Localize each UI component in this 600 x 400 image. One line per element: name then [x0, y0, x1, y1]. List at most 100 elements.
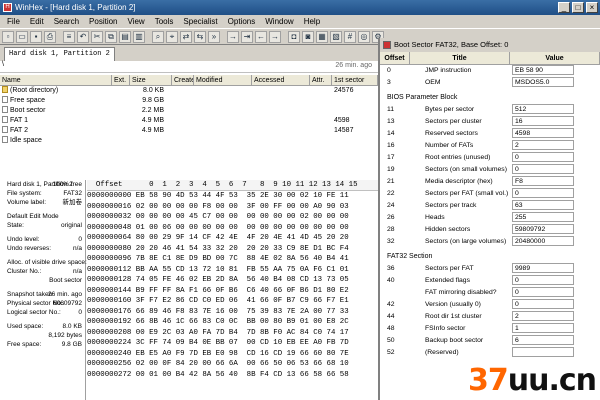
file-list-row[interactable]: Idle space	[0, 136, 378, 146]
hex-row[interactable]: 0000000160 3F F7 E2 86 CD C0 ED 06 41 66…	[87, 296, 378, 307]
file-list-row[interactable]: (Root directory) 8.0 KB 24576	[0, 86, 378, 96]
template-value-field[interactable]: F8	[512, 176, 574, 186]
col-ext[interactable]: Ext.	[112, 75, 130, 85]
template-value-field[interactable]: 0	[512, 287, 574, 297]
menu-tools[interactable]: Tools	[150, 17, 179, 26]
find-next-icon[interactable]: »	[208, 30, 220, 43]
hex-row[interactable]: 0000000224 3C FF 74 09 B4 0E BB 07 00 CD…	[87, 338, 378, 349]
template-value-field[interactable]: 0	[512, 275, 574, 285]
template-value-field[interactable]: 6	[512, 335, 574, 345]
menu-options[interactable]: Options	[223, 17, 261, 26]
template-value-field[interactable]: 59809792	[512, 224, 574, 234]
hex-row[interactable]: 0000000048 01 00 06 00 00 00 00 00 00 00…	[87, 223, 378, 234]
copy-icon[interactable]: ⧉	[105, 30, 117, 43]
hex-bytes[interactable]: 02 00 0F 84 20 00 66 6A 00 66 50 06 53 6…	[136, 360, 349, 368]
template-value-field[interactable]: 512	[512, 104, 574, 114]
template-value-field[interactable]: 4598	[512, 128, 574, 138]
find-hex-icon[interactable]: ⌖	[166, 30, 178, 43]
file-list-row[interactable]: Boot sector 2.2 MB	[0, 106, 378, 116]
paste-icon[interactable]: ▤	[119, 30, 131, 43]
col-first-sector[interactable]: 1st sector	[332, 75, 378, 85]
col-name[interactable]: Name	[0, 75, 112, 85]
template-value-field[interactable]: 255	[512, 212, 574, 222]
menu-file[interactable]: File	[2, 17, 25, 26]
hex-bytes[interactable]: 20 20 46 41 54 33 32 20 20 20 33 C9 8E D…	[136, 245, 349, 253]
file-list-row[interactable]: FAT 1 4.9 MB 4598	[0, 116, 378, 126]
find-icon[interactable]: ⌕	[152, 30, 164, 43]
hex-bytes[interactable]: 80 00 29 9F 14 CF 42 4E 4F 20 4E 41 4D 4…	[136, 234, 349, 242]
template-value-field[interactable]: 9989	[512, 263, 574, 273]
hex-row[interactable]: 0000000208 00 E9 2C 03 A0 FA 7D B4 7D 8B…	[87, 328, 378, 339]
template-icon[interactable]: ▧	[330, 30, 342, 43]
template-value-field[interactable]: 0	[512, 152, 574, 162]
template-value-field[interactable]: MSDOS5.0	[512, 77, 574, 87]
template-value-field[interactable]	[512, 347, 574, 357]
hex-editor[interactable]: Offset 0 1 2 3 4 5 6 7 8 9 10 11 12 13 1…	[87, 180, 378, 400]
paste-special-icon[interactable]: ▥	[133, 30, 145, 43]
col-created[interactable]: Created	[172, 75, 194, 85]
menu-view[interactable]: View	[123, 17, 150, 26]
replace-hex-icon[interactable]: ⇆	[194, 30, 206, 43]
template-value-field[interactable]: EB 58 90	[512, 65, 574, 75]
hex-row[interactable]: 0000000016 02 00 00 00 00 F8 00 00 3F 00…	[87, 202, 378, 213]
cut-icon[interactable]: ✂	[91, 30, 103, 43]
forward-icon[interactable]: →	[269, 30, 281, 43]
print-icon[interactable]: ⎙	[44, 30, 56, 43]
hex-bytes[interactable]: 01 00 06 00 00 00 00 00 00 00 00 00 00 0…	[136, 224, 349, 232]
template-value-field[interactable]: 2	[512, 311, 574, 321]
hex-bytes[interactable]: BB AA 55 CD 13 72 10 81 FB 55 AA 75 0A F…	[136, 266, 349, 274]
open-ram-icon[interactable]: ◙	[302, 30, 314, 43]
hex-bytes[interactable]: 74 05 FE 46 02 EB 2D 8A 56 40 B4 08 CD 1…	[136, 276, 349, 284]
file-list-row[interactable]: Free space 9.8 GB	[0, 96, 378, 106]
hex-row[interactable]: 0000000176 66 89 46 F8 83 7E 16 00 75 39…	[87, 307, 378, 318]
close-button[interactable]: ×	[586, 2, 598, 13]
hex-bytes[interactable]: 66 8B 46 1C 66 83 C0 0C BB 00 80 B9 01 0…	[136, 318, 349, 326]
menu-edit[interactable]: Edit	[25, 17, 49, 26]
col-modified[interactable]: Modified	[194, 75, 252, 85]
menu-search[interactable]: Search	[49, 17, 84, 26]
hex-bytes[interactable]: 7B 8E C1 8E D9 BD 00 7C 88 4E 02 8A 56 4…	[136, 255, 349, 263]
open-folder-icon[interactable]: ▭	[16, 30, 28, 43]
hex-bytes[interactable]: 00 01 00 B4 42 8A 56 40 8B F4 CD 13 66 5…	[136, 371, 349, 379]
new-file-icon[interactable]: ▫	[2, 30, 14, 43]
hex-bytes[interactable]: 3C FF 74 09 B4 0E BB 07 00 CD 10 EB EE A…	[136, 339, 349, 347]
hex-bytes[interactable]: 02 00 00 00 00 F8 00 00 3F 00 FF 00 00 A…	[136, 203, 349, 211]
hex-bytes[interactable]: 3F F7 E2 86 CD C0 ED 06 41 66 0F B7 C9 6…	[136, 297, 349, 305]
hex-bytes[interactable]: 00 E9 2C 03 A0 FA 7D B4 7D 8B F0 AC 84 C…	[136, 329, 349, 337]
menu-position[interactable]: Position	[84, 17, 122, 26]
replace-icon[interactable]: ⇄	[180, 30, 192, 43]
hex-row[interactable]: 0000000256 02 00 0F 84 20 00 66 6A 00 66…	[87, 359, 378, 370]
maximize-button[interactable]: □	[572, 2, 584, 13]
open-disk-icon[interactable]: ◘	[288, 30, 300, 43]
hex-bytes[interactable]: EB E5 A0 F9 7D EB E0 98 CD 16 CD 19 66 6…	[136, 350, 349, 358]
back-icon[interactable]: ←	[255, 30, 267, 43]
hex-row[interactable]: 0000000064 80 00 29 9F 14 CF 42 4E 4F 20…	[87, 233, 378, 244]
hex-row[interactable]: 0000000080 20 20 46 41 54 33 32 20 20 20…	[87, 244, 378, 255]
properties-icon[interactable]: ≡	[63, 30, 75, 43]
analyze-icon[interactable]: ◎	[358, 30, 370, 43]
calculator-icon[interactable]: ▦	[316, 30, 328, 43]
template-value-field[interactable]: 20480000	[512, 236, 574, 246]
col-accessed[interactable]: Accessed	[252, 75, 310, 85]
hex-row[interactable]: 0000000096 7B 8E C1 8E D9 BD 00 7C 88 4E…	[87, 254, 378, 265]
template-value-field[interactable]: 63	[512, 200, 574, 210]
template-value-field[interactable]: 0	[512, 299, 574, 309]
col-attr[interactable]: Attr.	[310, 75, 332, 85]
template-value-field[interactable]: 16	[512, 116, 574, 126]
hash-icon[interactable]: #	[344, 30, 356, 43]
template-value-field[interactable]: 1	[512, 323, 574, 333]
hex-bytes[interactable]: B9 FF FF 8A F1 66 0F B6 C6 40 66 0F B6 D…	[136, 287, 349, 295]
goto-sector-icon[interactable]: ⇥	[241, 30, 253, 43]
hex-row[interactable]: 0000000272 00 01 00 B4 42 8A 56 40 8B F4…	[87, 370, 378, 381]
hex-row[interactable]: 0000000128 74 05 FE 46 02 EB 2D 8A 56 40…	[87, 275, 378, 286]
hex-row[interactable]: 0000000000 EB 58 90 4D 53 44 4F 53 35 2E…	[87, 191, 378, 202]
hex-row[interactable]: 0000000032 00 00 00 00 45 C7 00 00 00 00…	[87, 212, 378, 223]
template-value-field[interactable]: 0	[512, 164, 574, 174]
undo-icon[interactable]: ↶	[77, 30, 89, 43]
tab-hard-disk-1-partition-2[interactable]: Hard disk 1, Partition 2	[4, 47, 115, 61]
col-size[interactable]: Size	[130, 75, 172, 85]
hex-row[interactable]: 0000000192 66 8B 46 1C 66 83 C0 0C BB 00…	[87, 317, 378, 328]
template-value-field[interactable]: 2	[512, 140, 574, 150]
menu-specialist[interactable]: Specialist	[178, 17, 222, 26]
minimize-button[interactable]: _	[558, 2, 570, 13]
